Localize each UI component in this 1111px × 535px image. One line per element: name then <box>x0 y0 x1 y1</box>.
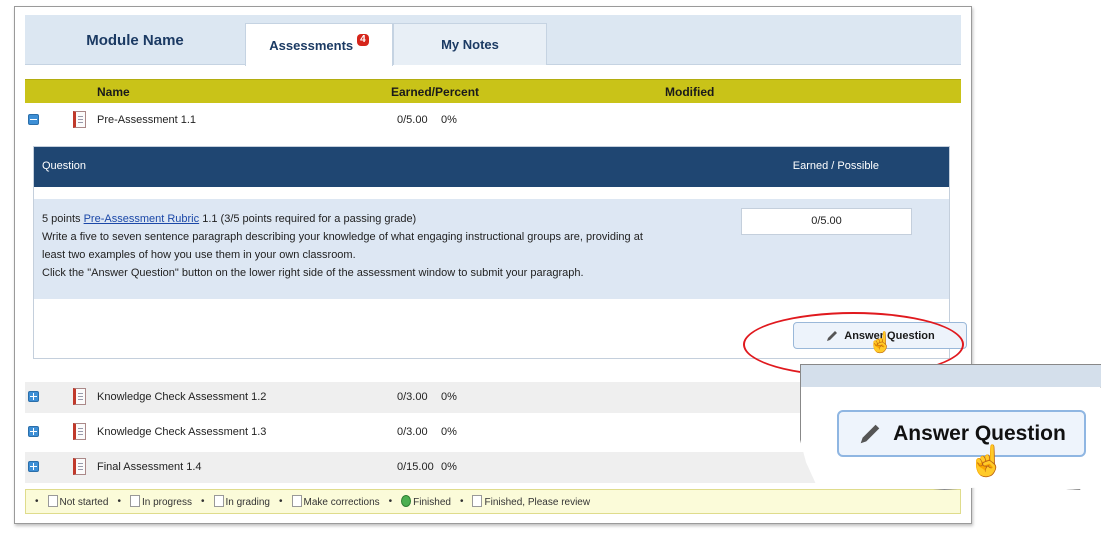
collapse-toggle-icon[interactable] <box>28 114 39 125</box>
tab-assessments-label: Assessments <box>269 37 354 53</box>
assessment-name: Knowledge Check Assessment 1.2 <box>97 391 267 403</box>
legend-finished-review: Finished, Please review <box>472 495 590 508</box>
legend-finished: Finished <box>401 495 451 508</box>
pencil-icon <box>860 424 880 443</box>
assessment-score: 0/15.00 <box>397 461 434 473</box>
expand-toggle-icon[interactable] <box>28 391 39 402</box>
legend-make-corrections: Make corrections <box>291 495 380 508</box>
question-text-line-2: least two examples of how you use them i… <box>42 249 356 261</box>
tab-module-name-label: Module Name <box>86 31 184 49</box>
document-icon <box>73 111 86 128</box>
assessment-percent: 0% <box>441 391 457 403</box>
question-score-box: 0/5.00 <box>741 208 912 235</box>
hand-cursor-icon: ☝ <box>868 332 893 354</box>
assessment-name: Knowledge Check Assessment 1.3 <box>97 426 267 438</box>
tab-assessments[interactable]: Assessments 4 <box>245 23 393 66</box>
document-icon <box>73 458 86 475</box>
zoomed-answer-question-button: Answer Question <box>837 410 1086 457</box>
expand-toggle-icon[interactable] <box>28 426 39 437</box>
assessment-score: 0/3.00 <box>397 391 428 403</box>
table-header: Name Earned/Percent Modified <box>25 79 961 103</box>
tab-bar: Module Name Assessments 4 My Notes <box>25 15 961 66</box>
legend-in-progress: In progress <box>129 495 192 508</box>
document-icon <box>73 423 86 440</box>
legend-in-grading-label: In grading <box>225 497 270 508</box>
question-header-label: Question <box>42 160 87 172</box>
legend-not-started: Not started <box>47 495 109 508</box>
in-grading-icon <box>213 495 224 507</box>
rubric-link[interactable]: Pre-Assessment Rubric <box>84 213 200 225</box>
assessments-count-badge: 4 <box>357 34 369 46</box>
legend-in-progress-label: In progress <box>141 497 192 508</box>
zoomed-answer-question-label: Answer Question <box>893 421 1066 445</box>
column-modified: Modified <box>665 85 715 99</box>
make-corrections-icon <box>291 495 302 507</box>
question-body: 5 points Pre-Assessment Rubric 1.1 (3/5 … <box>34 199 949 299</box>
document-icon <box>73 388 86 405</box>
legend-finished-review-label: Finished, Please review <box>484 497 591 508</box>
legend-finished-label: Finished <box>413 497 451 508</box>
expand-toggle-icon[interactable] <box>28 461 39 472</box>
earned-possible-header-label: Earned / Possible <box>792 160 879 172</box>
tab-module-name[interactable]: Module Name <box>25 15 245 65</box>
points-suffix: 1.1 (3/5 points required for a passing g… <box>202 213 417 225</box>
assessment-percent: 0% <box>441 461 457 473</box>
zoom-callout: Answer Question ☝ <box>800 364 1101 504</box>
hand-cursor-icon: ☝ <box>968 445 1006 478</box>
column-name: Name <box>97 85 130 99</box>
assessment-score: 0/5.00 <box>397 114 428 126</box>
legend-make-corrections-label: Make corrections <box>303 497 380 508</box>
points-prefix: 5 points <box>42 213 81 225</box>
in-progress-icon <box>129 495 140 507</box>
finished-icon <box>401 495 412 507</box>
zoom-callout-band <box>801 365 1101 387</box>
finished-review-icon <box>472 495 483 507</box>
assessment-score: 0/3.00 <box>397 426 428 438</box>
question-text-line-3: Click the "Answer Question" button on th… <box>42 267 584 279</box>
not-started-icon <box>47 495 58 507</box>
assessment-name: Pre-Assessment 1.1 <box>97 114 197 126</box>
assessment-row[interactable]: Pre-Assessment 1.1 0/5.00 0% <box>25 105 961 136</box>
assessment-percent: 0% <box>441 114 457 126</box>
column-earned-percent: Earned/Percent <box>391 85 480 99</box>
question-header: Question Earned / Possible <box>34 147 949 187</box>
legend-in-grading: In grading <box>213 495 270 508</box>
assessment-percent: 0% <box>441 426 457 438</box>
legend-not-started-label: Not started <box>59 497 109 508</box>
tab-my-notes-label: My Notes <box>441 37 499 52</box>
tab-my-notes[interactable]: My Notes <box>393 23 547 65</box>
assessment-name: Final Assessment 1.4 <box>97 461 202 473</box>
